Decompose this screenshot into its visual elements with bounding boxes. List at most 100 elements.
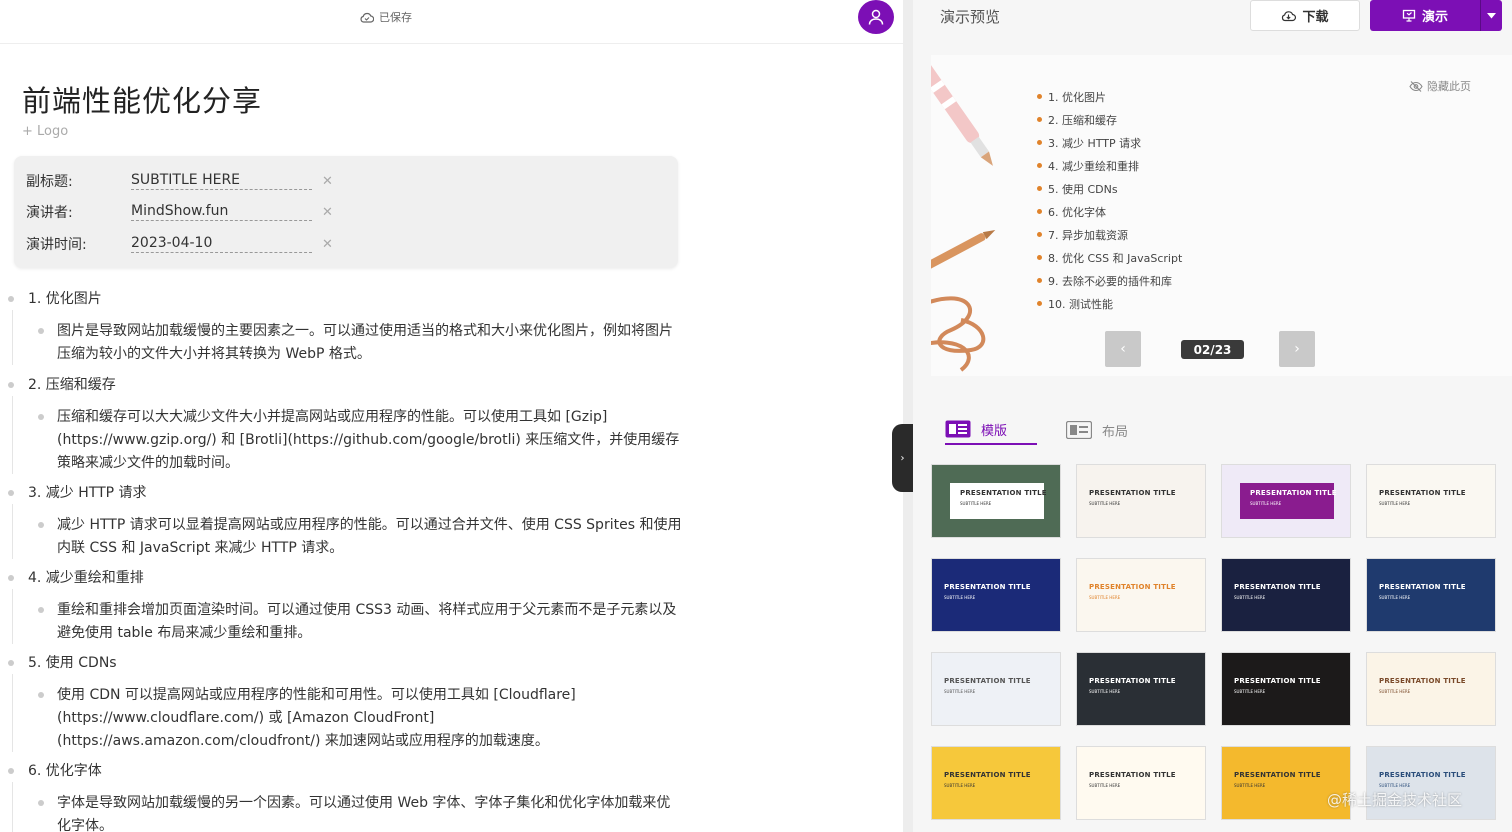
template-thumbnail[interactable]: PRESENTATION TITLE SUBTITLE HERE <box>1076 558 1206 632</box>
meta-row-speaker: 演讲者: MindShow.fun ✕ <box>26 199 333 225</box>
template-thumbnail[interactable]: PRESENTATION TITLE SUBTITLE HERE <box>1221 652 1351 726</box>
user-icon <box>868 9 884 25</box>
meta-panel: 副标题: SUBTITLE HERE ✕ 演讲者: MindShow.fun ✕… <box>14 156 678 268</box>
outline-guide-line <box>12 674 13 752</box>
outline-sub-bullet[interactable] <box>38 522 44 528</box>
slide-item-text: 2. 压缩和缓存 <box>1048 113 1117 127</box>
template-thumbnail[interactable]: PRESENTATION TITLE SUBTITLE HERE <box>1076 746 1206 820</box>
outline-bullet[interactable] <box>8 296 14 302</box>
bullet-dot <box>1037 209 1042 214</box>
thumbnail-title: PRESENTATION TITLE <box>1089 677 1176 685</box>
bullet-dot <box>1037 255 1042 260</box>
template-thumbnail[interactable]: PRESENTATION TITLE SUBTITLE HERE <box>1221 558 1351 632</box>
download-label: 下载 <box>1302 10 1329 25</box>
template-tabs: 模版 布局 <box>931 415 1512 447</box>
outline-sub-bullet[interactable] <box>38 607 44 613</box>
clear-icon[interactable]: ✕ <box>322 174 333 189</box>
panel-divider[interactable] <box>903 0 913 832</box>
outline-guide-line <box>12 589 13 644</box>
outline-sub-bullet[interactable] <box>38 328 44 334</box>
editor-panel: 已保存 前端性能优化分享 + Logo 副标题: SUBTITLE HERE ✕… <box>0 0 903 832</box>
outline-body[interactable]: 字体是导致网站加载缓慢的另一个因素。可以通过使用 Web 字体、字体子集化和优化… <box>57 792 682 832</box>
thumbnail-subtitle: SUBTITLE HERE <box>1089 783 1121 788</box>
speaker-field[interactable]: MindShow.fun <box>131 203 312 221</box>
outline-sub-bullet[interactable] <box>38 414 44 420</box>
template-thumbnail[interactable]: PRESENTATION TITLE SUBTITLE HERE <box>931 746 1061 820</box>
caret-down-icon <box>1487 12 1496 18</box>
bullet-dot <box>1037 301 1042 306</box>
outline-item: 2. 压缩和缓存 压缩和缓存可以大大减少文件大小并提高网站或应用程序的性能。可以… <box>0 374 690 480</box>
template-thumbnail[interactable]: PRESENTATION TITLE SUBTITLE HERE <box>1076 652 1206 726</box>
bullet-dot <box>1037 278 1042 283</box>
template-thumbnail[interactable]: PRESENTATION TITLE SUBTITLE HERE <box>931 558 1061 632</box>
template-thumbnail[interactable]: PRESENTATION TITLE SUBTITLE HERE <box>1366 558 1496 632</box>
outline-item: 1. 优化图片 图片是导致网站加载缓慢的主要因素之一。可以通过使用适当的格式和大… <box>0 288 690 373</box>
slide-item-text: 3. 减少 HTTP 请求 <box>1048 136 1142 150</box>
outline-bullet[interactable] <box>8 768 14 774</box>
present-button[interactable]: 演示 <box>1370 0 1480 31</box>
template-thumbnail[interactable]: PRESENTATION TITLE SUBTITLE HERE <box>931 652 1061 726</box>
hide-page-button[interactable]: 隐藏此页 <box>1409 78 1471 94</box>
editor-topbar: 已保存 <box>0 0 903 44</box>
date-field[interactable]: 2023-04-10 <box>131 235 312 253</box>
outline-heading[interactable]: 4. 减少重绘和重排 <box>28 567 144 587</box>
template-thumbnail[interactable]: PRESENTATION TITLE SUBTITLE HERE <box>1366 652 1496 726</box>
meta-row-date: 演讲时间: 2023-04-10 ✕ <box>26 231 333 257</box>
outline-bullet[interactable] <box>8 575 14 581</box>
present-options-button[interactable] <box>1480 0 1502 31</box>
outline-sub-bullet[interactable] <box>38 692 44 698</box>
slide-item-text: 8. 优化 CSS 和 JavaScript <box>1048 251 1183 265</box>
slide-list-item: 9. 去除不必要的插件和库 <box>1037 269 1182 292</box>
outline-body[interactable]: 重绘和重排会增加页面渲染时间。可以通过使用 CSS3 动画、将样式应用于父元素而… <box>57 599 682 645</box>
collapse-panel-button[interactable]: › <box>892 424 913 492</box>
clear-icon[interactable]: ✕ <box>322 205 333 220</box>
outline-item: 3. 减少 HTTP 请求 减少 HTTP 请求可以显着提高网站或应用程序的性能… <box>0 482 690 566</box>
clear-icon[interactable]: ✕ <box>322 237 333 252</box>
thumbnail-subtitle: SUBTITLE HERE <box>1234 689 1266 694</box>
template-thumbnail[interactable]: PRESENTATION TITLE SUBTITLE HERE <box>1221 464 1351 538</box>
outline-heading[interactable]: 6. 优化字体 <box>28 760 102 780</box>
slide-item-text: 6. 优化字体 <box>1048 205 1106 219</box>
template-thumbnail[interactable]: PRESENTATION TITLE SUBTITLE HERE <box>931 464 1061 538</box>
outline-guide-line <box>12 782 13 832</box>
slide-item-text: 10. 测试性能 <box>1048 297 1113 311</box>
slide-item-text: 7. 异步加载资源 <box>1048 228 1128 242</box>
outline-heading[interactable]: 5. 使用 CDNs <box>28 652 117 672</box>
layout-icon <box>1066 421 1092 439</box>
bullet-dot <box>1037 232 1042 237</box>
slide-list-item: 3. 减少 HTTP 请求 <box>1037 131 1182 154</box>
thumbnail-subtitle: SUBTITLE HERE <box>960 501 992 506</box>
outline-body[interactable]: 压缩和缓存可以大大减少文件大小并提高网站或应用程序的性能。可以使用工具如 [Gz… <box>57 406 682 475</box>
outline-body[interactable]: 减少 HTTP 请求可以显着提高网站或应用程序的性能。可以通过合并文件、使用 C… <box>57 514 682 560</box>
document-title[interactable]: 前端性能优化分享 <box>22 78 262 120</box>
tab-layout[interactable]: 布局 <box>1066 415 1128 445</box>
outline-bullet[interactable] <box>8 490 14 496</box>
outline-body[interactable]: 使用 CDN 可以提高网站或应用程序的性能和可用性。可以使用工具如 [Cloud… <box>57 684 682 753</box>
subtitle-field[interactable]: SUBTITLE HERE <box>131 172 312 190</box>
prev-slide-button[interactable]: ‹ <box>1105 331 1141 367</box>
next-slide-button[interactable]: › <box>1279 331 1315 367</box>
template-thumbnail[interactable]: PRESENTATION TITLE SUBTITLE HERE <box>1366 464 1496 538</box>
outline-body[interactable]: 图片是导致网站加载缓慢的主要因素之一。可以通过使用适当的格式和大小来优化图片，例… <box>57 320 682 366</box>
thumbnail-title: PRESENTATION TITLE <box>1089 771 1176 779</box>
user-avatar[interactable] <box>858 0 894 34</box>
add-logo-button[interactable]: + Logo <box>22 124 68 139</box>
chevron-left-icon: ‹ <box>1120 341 1126 357</box>
slide-list-item: 5. 使用 CDNs <box>1037 177 1182 200</box>
outline-bullet[interactable] <box>8 660 14 666</box>
bullet-dot <box>1037 117 1042 122</box>
outline-heading[interactable]: 3. 减少 HTTP 请求 <box>28 482 147 502</box>
meta-label: 演讲时间: <box>26 237 87 253</box>
tab-template[interactable]: 模版 <box>945 415 1037 445</box>
outline-heading[interactable]: 1. 优化图片 <box>28 288 102 308</box>
outline-sub-bullet[interactable] <box>38 800 44 806</box>
slide-preview[interactable]: 1. 优化图片 2. 压缩和缓存 3. 减少 HTTP 请求 4. 减少重绘和重… <box>931 55 1512 376</box>
template-thumbnail[interactable]: PRESENTATION TITLE SUBTITLE HERE <box>1076 464 1206 538</box>
thumbnail-subtitle: SUBTITLE HERE <box>1089 501 1121 506</box>
outline-heading[interactable]: 2. 压缩和缓存 <box>28 374 116 394</box>
thumbnail-subtitle: SUBTITLE HERE <box>944 689 976 694</box>
download-button[interactable]: 下载 <box>1250 0 1360 31</box>
thumbnail-title: PRESENTATION TITLE <box>944 771 1031 779</box>
page-indicator: 02/23 <box>1181 340 1244 359</box>
outline-bullet[interactable] <box>8 382 14 388</box>
